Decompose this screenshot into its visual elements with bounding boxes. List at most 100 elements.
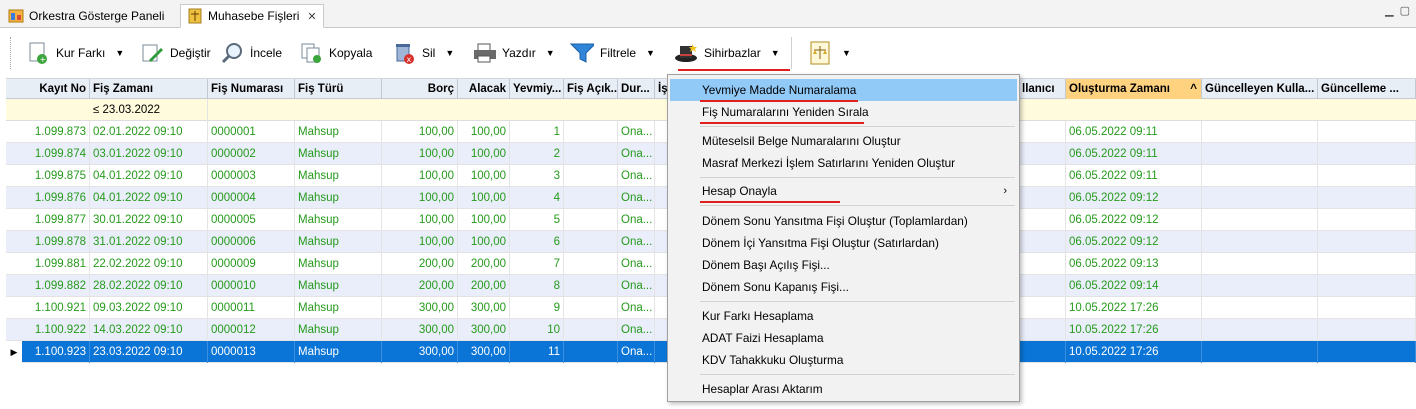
cell-durum[interactable]: Ona... (618, 143, 655, 165)
menu-item-hesap-onayla[interactable]: Hesap Onayla › (670, 180, 1017, 202)
cell-fis-aciklama[interactable] (564, 253, 618, 275)
cell-borc[interactable]: 200,00 (382, 253, 458, 275)
table-cell[interactable] (1202, 319, 1318, 341)
cell-fis-turu[interactable]: Mahsup (295, 231, 382, 253)
table-cell[interactable] (1318, 187, 1416, 209)
cell-olusturma-zamani[interactable]: 06.05.2022 09:12 (1066, 209, 1202, 231)
cell-fis-zamani[interactable]: 23.03.2022 09:10 (90, 341, 208, 363)
table-cell[interactable] (1318, 143, 1416, 165)
cell-kayit-no[interactable]: 1.099.875 (22, 165, 90, 187)
tab-orkestra-dashboard[interactable]: Orkestra Gösterge Paneli (2, 4, 170, 28)
chevron-down-icon[interactable]: ▼ (115, 48, 124, 58)
col-fis-aciklama[interactable]: Fiş Açık... (564, 79, 618, 99)
cell-yevmiye[interactable]: 11 (510, 341, 564, 363)
cell-olusturma-zamani[interactable]: 06.05.2022 09:11 (1066, 165, 1202, 187)
table-cell[interactable] (1318, 231, 1416, 253)
cell-fis-aciklama[interactable] (564, 275, 618, 297)
maximize-icon[interactable]: ▢ (1400, 4, 1410, 17)
cell-durum[interactable]: Ona... (618, 341, 655, 363)
cell-kayit-no[interactable]: 1.100.922 (22, 319, 90, 341)
col-olusturan-kullanici[interactable]: llanıcı (1019, 79, 1066, 99)
cell-fis-turu[interactable]: Mahsup (295, 143, 382, 165)
table-cell[interactable] (1019, 187, 1066, 209)
table-cell[interactable] (1318, 341, 1416, 363)
cell-durum[interactable]: Ona... (618, 187, 655, 209)
cell-fis-zamani[interactable]: 28.02.2022 09:10 (90, 275, 208, 297)
cell-borc[interactable]: 200,00 (382, 275, 458, 297)
menu-item-donem-ici-yansitma[interactable]: Dönem İçi Yansıtma Fişi Oluştur (Satırla… (670, 232, 1017, 254)
cell-fis-zamani[interactable]: 04.01.2022 09:10 (90, 187, 208, 209)
cell-olusturma-zamani[interactable]: 06.05.2022 09:12 (1066, 231, 1202, 253)
cell-fis-numarasi[interactable]: 0000003 (208, 165, 295, 187)
cell-fis-numarasi[interactable]: 0000006 (208, 231, 295, 253)
cell-kayit-no[interactable]: 1.100.921 (22, 297, 90, 319)
menu-item-kur-farki-hesaplama[interactable]: Kur Farkı Hesaplama (670, 305, 1017, 327)
cell-fis-aciklama[interactable] (564, 143, 618, 165)
table-cell[interactable] (1019, 121, 1066, 143)
col-yevmiye[interactable]: Yevmiy... (510, 79, 564, 99)
cell-fis-numarasi[interactable]: 0000011 (208, 297, 295, 319)
menu-item-donem-sonu-yansitma[interactable]: Dönem Sonu Yansıtma Fişi Oluştur (Toplam… (670, 210, 1017, 232)
cell-borc[interactable]: 100,00 (382, 165, 458, 187)
table-cell[interactable] (1202, 165, 1318, 187)
cell-fis-aciklama[interactable] (564, 297, 618, 319)
table-cell[interactable] (1019, 165, 1066, 187)
cell-kayit-no[interactable]: 1.099.878 (22, 231, 90, 253)
cell-fis-turu[interactable]: Mahsup (295, 209, 382, 231)
cell-fis-zamani[interactable]: 03.01.2022 09:10 (90, 143, 208, 165)
table-cell[interactable] (1019, 231, 1066, 253)
cell-borc[interactable]: 100,00 (382, 121, 458, 143)
cell-olusturma-zamani[interactable]: 10.05.2022 17:26 (1066, 297, 1202, 319)
menu-item-donem-sonu-kapanis[interactable]: Dönem Sonu Kapanış Fişi... (670, 276, 1017, 298)
col-alacak[interactable]: Alacak (458, 79, 510, 99)
cell-durum[interactable]: Ona... (618, 165, 655, 187)
tab-muhasebe-fisleri[interactable]: Muhasebe Fişleri ✕ (180, 4, 324, 28)
col-olusturma-zamani[interactable]: Oluşturma Zamanı ^ (1066, 79, 1202, 99)
degistir-button[interactable]: Değiştir (140, 39, 211, 67)
col-fis-turu[interactable]: Fiş Türü (295, 79, 382, 99)
cell-alacak[interactable]: 100,00 (458, 121, 510, 143)
cell-fis-zamani[interactable]: 04.01.2022 09:10 (90, 165, 208, 187)
filter-fis-zamani[interactable]: ≤ 23.03.2022 (90, 99, 208, 121)
cell-yevmiye[interactable]: 7 (510, 253, 564, 275)
cell-fis-turu[interactable]: Mahsup (295, 187, 382, 209)
table-cell[interactable] (1202, 121, 1318, 143)
cell-alacak[interactable]: 100,00 (458, 143, 510, 165)
cell-borc[interactable]: 300,00 (382, 319, 458, 341)
cell-kayit-no[interactable]: 1.099.881 (22, 253, 90, 275)
cell-fis-turu[interactable]: Mahsup (295, 165, 382, 187)
cell-yevmiye[interactable]: 4 (510, 187, 564, 209)
table-cell[interactable] (1202, 297, 1318, 319)
table-cell[interactable] (1019, 143, 1066, 165)
cell-fis-numarasi[interactable]: 0000009 (208, 253, 295, 275)
col-guncelleyen-kullanici[interactable]: Güncelleyen Kulla... (1202, 79, 1318, 99)
sihirbazlar-button[interactable]: Sihirbazlar ▼ (674, 39, 780, 67)
cell-fis-aciklama[interactable] (564, 209, 618, 231)
table-cell[interactable] (1318, 253, 1416, 275)
cell-olusturma-zamani[interactable]: 10.05.2022 17:26 (1066, 341, 1202, 363)
cell-alacak[interactable]: 300,00 (458, 297, 510, 319)
table-cell[interactable] (1202, 209, 1318, 231)
table-cell[interactable] (1202, 253, 1318, 275)
cell-fis-numarasi[interactable]: 0000012 (208, 319, 295, 341)
cell-fis-numarasi[interactable]: 0000002 (208, 143, 295, 165)
menu-item-yevmiye-madde-numaralama[interactable]: Yevmiye Madde Numaralama (670, 79, 1017, 101)
cell-durum[interactable]: Ona... (618, 209, 655, 231)
cell-fis-turu[interactable]: Mahsup (295, 121, 382, 143)
cell-yevmiye[interactable]: 10 (510, 319, 564, 341)
cell-olusturma-zamani[interactable]: 06.05.2022 09:11 (1066, 121, 1202, 143)
table-cell[interactable] (1019, 209, 1066, 231)
table-cell[interactable] (1318, 121, 1416, 143)
cell-alacak[interactable]: 100,00 (458, 165, 510, 187)
table-cell[interactable] (1019, 319, 1066, 341)
minimize-icon[interactable]: ▁ (1385, 4, 1393, 17)
cell-alacak[interactable]: 300,00 (458, 319, 510, 341)
close-icon[interactable]: ✕ (307, 10, 316, 23)
cell-yevmiye[interactable]: 2 (510, 143, 564, 165)
cell-borc[interactable]: 100,00 (382, 187, 458, 209)
table-cell[interactable] (1318, 165, 1416, 187)
toolbar-grip[interactable] (10, 37, 13, 69)
cell-kayit-no[interactable]: 1.099.882 (22, 275, 90, 297)
cell-borc[interactable]: 100,00 (382, 231, 458, 253)
menu-item-donem-basi-acilis[interactable]: Dönem Başı Açılış Fişi... (670, 254, 1017, 276)
